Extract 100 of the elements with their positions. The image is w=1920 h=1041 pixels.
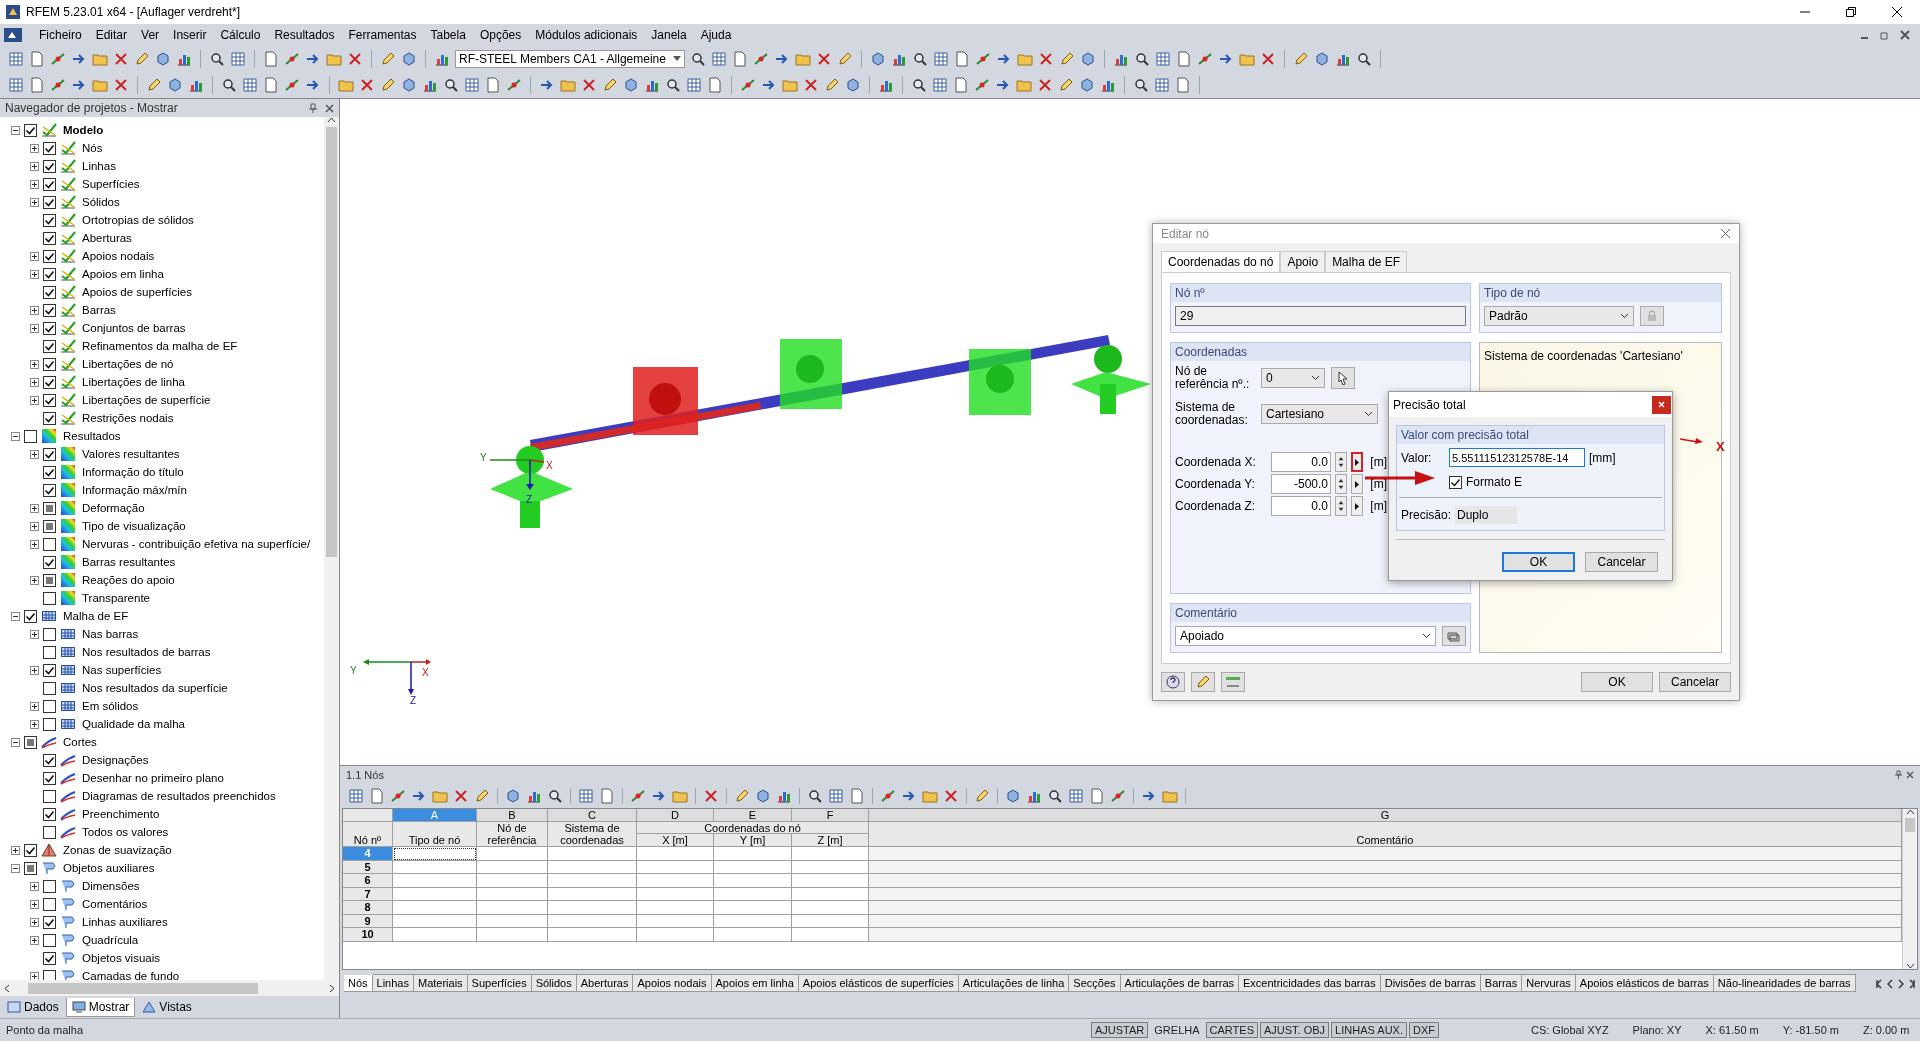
checkbox[interactable]	[43, 591, 56, 605]
tree-item[interactable]: Nas barras	[82, 628, 139, 640]
dialog-button[interactable]: OK	[1502, 552, 1575, 572]
checkbox[interactable]	[43, 465, 56, 479]
tree-item[interactable]: Reações do apoio	[82, 574, 175, 586]
collapse-icon[interactable]	[11, 863, 20, 873]
table-cell[interactable]	[869, 928, 1902, 942]
status-toggle[interactable]: AJUST. OBJ	[1260, 1022, 1330, 1038]
grid-icon[interactable]	[1068, 788, 1084, 804]
table-cell[interactable]	[548, 847, 637, 861]
expand-icon[interactable]	[30, 179, 39, 189]
column-letter[interactable]: B	[477, 809, 548, 822]
scroll-up-icon[interactable]	[1905, 809, 1915, 815]
expand-icon[interactable]	[30, 917, 39, 927]
checkbox[interactable]	[43, 195, 56, 209]
menu-item[interactable]: Resultados	[267, 26, 342, 44]
checkbox[interactable]	[43, 267, 56, 281]
grid-icon[interactable]	[1154, 77, 1170, 93]
tree-item[interactable]: Em sólidos	[82, 700, 139, 712]
sheet-tab[interactable]: Articulações de barras	[1120, 974, 1239, 992]
table-cell[interactable]	[548, 860, 637, 874]
grid-icon[interactable]	[933, 51, 949, 67]
expand-icon[interactable]	[30, 161, 39, 171]
tree-item[interactable]: Superfícies	[82, 178, 140, 190]
tree-item[interactable]: Linhas	[82, 160, 116, 172]
cube-icon[interactable]	[845, 77, 861, 93]
menu-item[interactable]: Opções	[472, 26, 529, 44]
table-cell[interactable]	[393, 928, 477, 942]
tree-item[interactable]: Conjuntos de barras	[82, 322, 186, 334]
coordinate-field[interactable]: 0.0	[1271, 452, 1331, 472]
menu-item[interactable]: Editar	[88, 26, 135, 44]
page-icon[interactable]	[707, 77, 723, 93]
table-cell[interactable]	[714, 914, 792, 928]
cross-icon[interactable]	[1038, 51, 1054, 67]
cube-icon[interactable]	[155, 51, 171, 67]
tree-item[interactable]: Sólidos	[82, 196, 120, 208]
tree-item[interactable]: Informação máx/mín	[82, 484, 187, 496]
page-icon[interactable]	[1089, 788, 1105, 804]
search-icon[interactable]	[690, 51, 706, 67]
checkbox[interactable]	[43, 789, 56, 803]
cross-icon[interactable]	[113, 51, 129, 67]
tree-item[interactable]: Nas superfícies	[82, 664, 162, 676]
pin-icon[interactable]	[308, 103, 319, 113]
tree-item[interactable]: Quadrícula	[82, 934, 139, 946]
search-icon[interactable]	[1356, 51, 1372, 67]
row-number[interactable]: 10	[343, 928, 393, 942]
menu-item[interactable]: Inserir	[166, 26, 214, 44]
checkbox[interactable]	[43, 177, 56, 191]
search-icon[interactable]	[221, 77, 237, 93]
table-cell[interactable]	[548, 901, 637, 915]
tree-item[interactable]: Barras	[82, 304, 116, 316]
expand-icon[interactable]	[30, 719, 39, 729]
close-icon[interactable]	[1891, 6, 1903, 18]
value-field[interactable]: 5.55111512312578E-14	[1449, 448, 1585, 467]
restore-icon[interactable]	[1845, 6, 1857, 18]
scrollbar-thumb[interactable]	[326, 127, 337, 557]
cross-icon[interactable]	[1037, 77, 1053, 93]
expand-icon[interactable]	[30, 359, 39, 369]
node-icon[interactable]	[390, 788, 406, 804]
table-cell[interactable]	[393, 887, 477, 901]
cross-icon[interactable]	[347, 51, 363, 67]
page-icon[interactable]	[954, 51, 970, 67]
page-icon[interactable]	[263, 77, 279, 93]
sheet-tab[interactable]: Não-linearidades de barras	[1713, 974, 1856, 992]
column-letter[interactable]: D	[637, 809, 714, 822]
tree-item[interactable]: Comentários	[82, 898, 148, 910]
table-cell[interactable]	[714, 860, 792, 874]
expand-icon[interactable]	[30, 251, 39, 261]
node-icon[interactable]	[630, 788, 646, 804]
pencil-icon[interactable]	[1058, 77, 1074, 93]
table-cell[interactable]	[548, 914, 637, 928]
dropdown-caret-icon[interactable]	[1364, 411, 1373, 417]
sheet-tab[interactable]: Apoios nodais	[633, 974, 712, 992]
pencil-icon[interactable]	[974, 788, 990, 804]
grid-icon[interactable]	[578, 788, 594, 804]
spin-icon[interactable]	[1335, 474, 1347, 494]
tree-item[interactable]: Desenhar no primeiro plano	[82, 772, 224, 784]
row-number[interactable]: 6	[343, 874, 393, 888]
table-cell[interactable]	[869, 874, 1902, 888]
pencil-icon[interactable]	[380, 51, 396, 67]
table-cell[interactable]	[637, 901, 714, 915]
checkbox[interactable]	[43, 375, 56, 389]
scrollbar-thumb[interactable]	[1905, 818, 1915, 832]
checkbox[interactable]	[43, 231, 56, 245]
cross-icon[interactable]	[703, 788, 719, 804]
cube-icon[interactable]	[1079, 77, 1095, 93]
page-icon[interactable]	[485, 77, 501, 93]
pencil-icon[interactable]	[146, 77, 162, 93]
collapse-icon[interactable]	[11, 611, 20, 621]
table-cell[interactable]	[393, 874, 477, 888]
sheet-tab[interactable]: Linhas	[372, 974, 414, 992]
navigator-tab[interactable]: Vistas	[137, 998, 197, 1016]
checkbox[interactable]	[43, 285, 56, 299]
table-cell[interactable]	[477, 874, 548, 888]
checkbox[interactable]	[43, 537, 56, 551]
tree-item[interactable]: Qualidade da malha	[82, 718, 185, 730]
checkbox[interactable]	[43, 339, 56, 353]
tree-item[interactable]: Linhas auxiliares	[82, 916, 168, 928]
grid-icon[interactable]	[1155, 51, 1171, 67]
checkbox[interactable]	[43, 645, 56, 659]
